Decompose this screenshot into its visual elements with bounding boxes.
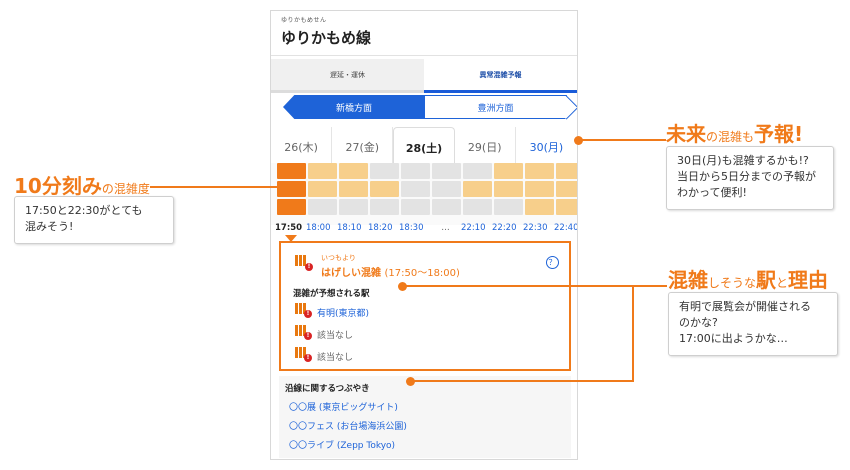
help-icon[interactable]: ？: [546, 256, 559, 269]
day-selector: 26(木) 27(金) 28(土) 29(日) 30(月): [271, 127, 577, 167]
congestion-cell[interactable]: [463, 163, 492, 179]
congestion-detail-card: ! いつもより はげしい混雑 (17:50〜18:00) ？ 混雑が予想される駅…: [279, 241, 571, 371]
tweets-heading: 沿線に関するつぶやき: [285, 384, 370, 394]
time-ellipsis: …: [441, 223, 450, 233]
time-label[interactable]: 17:50: [275, 223, 306, 233]
callout-future-line: [580, 139, 666, 141]
callout-tweet-line: [412, 380, 634, 382]
congestion-cell[interactable]: [401, 199, 430, 215]
callout-text: わかって便利!: [677, 186, 747, 199]
congestion-cell[interactable]: [401, 163, 430, 179]
callout-text: 30日(月)も混雑するかも!?: [677, 154, 809, 167]
tweet-link[interactable]: 〇〇展 (東京ビッグサイト): [289, 400, 398, 413]
congestion-cell[interactable]: [370, 181, 399, 197]
station-link[interactable]: 有明(東京都): [317, 306, 369, 319]
line-title: ゆりかもめ線: [281, 29, 372, 47]
congestion-cell[interactable]: [339, 181, 368, 197]
direction-shimbashi-button[interactable]: 新橋方面: [283, 95, 425, 119]
congestion-cell[interactable]: [432, 199, 461, 215]
callout-text: 当日から5日分までの予報が: [677, 170, 816, 183]
callout-text: 有明で展覧会が開催される: [679, 300, 811, 313]
direction-toggle: 新橋方面 豊洲方面: [283, 95, 577, 120]
congestion-cell[interactable]: [556, 163, 577, 179]
congestion-cell[interactable]: [308, 199, 337, 215]
congestion-cell[interactable]: [308, 181, 337, 197]
congestion-cell[interactable]: [494, 199, 523, 215]
detail-compare-label: いつもより: [321, 254, 356, 262]
callout-future-heading: 未来の混雑も予報!: [666, 122, 804, 146]
tab-delay[interactable]: 遅延・運休: [271, 59, 424, 93]
callout-text: のかな?: [679, 316, 718, 329]
congestion-cell[interactable]: [525, 199, 554, 215]
congestion-cell[interactable]: [277, 181, 306, 197]
callout-left-heading: 10分刻みの混雑度: [14, 174, 150, 198]
tweet-link[interactable]: 〇〇ライブ (Zepp Tokyo): [289, 438, 395, 451]
detail-level-text: はげしい混雑 (17:50〜18:00): [321, 268, 460, 279]
congestion-cell[interactable]: [370, 199, 399, 215]
congestion-cell[interactable]: [432, 181, 461, 197]
day-tab[interactable]: 27(金): [332, 127, 394, 167]
phone-screen: ゆりかもめせん ゆりかもめ線 遅延・運休 異常混雑予報 新橋方面 豊洲方面 26…: [270, 10, 578, 460]
tab-bar: 遅延・運休 異常混雑予報: [271, 59, 577, 93]
tab-congestion-forecast[interactable]: 異常混雑予報: [424, 59, 577, 93]
congestion-grid-area: [271, 163, 577, 225]
congestion-cell[interactable]: [556, 199, 577, 215]
callout-text: 17:50と22:30がとても: [25, 204, 143, 217]
arrow-right-icon: [554, 95, 577, 120]
line-ruby: ゆりかもめせん: [281, 17, 327, 24]
congestion-cell[interactable]: [556, 181, 577, 197]
station-none: 該当なし: [317, 331, 354, 341]
callout-station-heading: 混雑しそうな駅と理由: [668, 268, 829, 292]
day-tab[interactable]: 29(日): [455, 127, 516, 167]
direction-toyosu-button[interactable]: 豊洲方面: [425, 95, 577, 120]
detail-period: (17:50〜18:00): [384, 268, 460, 279]
congestion-cell[interactable]: [463, 181, 492, 197]
congestion-grid: [277, 163, 577, 215]
callout-left-line: [150, 186, 282, 188]
congestion-cell[interactable]: [525, 181, 554, 197]
direction-toyosu-label: 豊洲方面: [477, 103, 514, 114]
congestion-cell[interactable]: [277, 199, 306, 215]
congestion-cell[interactable]: [525, 163, 554, 179]
callout-station-line: [405, 285, 667, 287]
alert-icon: !: [305, 263, 313, 271]
callout-text: 17:00に出ようかな…: [679, 332, 788, 345]
congestion-cell[interactable]: [339, 199, 368, 215]
alert-icon: !: [304, 354, 312, 362]
callout-future-box: 30日(月)も混雑するかも!? 当日から5日分までの予報が わかって便利!: [666, 146, 834, 210]
station-heading: 混雑が予想される駅: [293, 289, 370, 299]
congestion-cell[interactable]: [308, 163, 337, 179]
callout-left-box: 17:50と22:30がとても 混みそう!: [14, 196, 174, 244]
congestion-cell[interactable]: [494, 181, 523, 197]
day-tab[interactable]: 26(木): [271, 127, 333, 167]
time-label[interactable]: 18:30: [399, 223, 430, 233]
callout-text: 混みそう!: [25, 220, 74, 233]
alert-icon: !: [304, 310, 312, 318]
congestion-cell[interactable]: [401, 181, 430, 197]
tweets-section: 沿線に関するつぶやき 〇〇展 (東京ビッグサイト) 〇〇フェス (お台場海浜公園…: [279, 376, 571, 458]
alert-icon: !: [304, 332, 312, 340]
tweet-link[interactable]: 〇〇フェス (お台場海浜公園): [289, 419, 407, 432]
time-label[interactable]: 18:20: [368, 223, 399, 233]
day-tab-selected[interactable]: 28(土): [393, 127, 455, 167]
line-header: ゆりかもめせん ゆりかもめ線: [271, 11, 577, 56]
time-label[interactable]: 18:10: [337, 223, 368, 233]
time-label[interactable]: 22:40: [554, 223, 577, 233]
congestion-cell[interactable]: [463, 199, 492, 215]
congestion-cell[interactable]: [339, 163, 368, 179]
congestion-cell[interactable]: [370, 163, 399, 179]
time-label[interactable]: 22:30: [523, 223, 554, 233]
station-none: 該当なし: [317, 353, 354, 363]
time-label[interactable]: 18:00: [306, 223, 337, 233]
congestion-cell[interactable]: [277, 163, 306, 179]
time-labels: 17:50 18:00 18:10 18:20 18:30 … 22:10 22:20 22:3…: [275, 223, 577, 233]
callout-station-box: 有明で展覧会が開催される のかな? 17:00に出ようかな…: [668, 292, 838, 356]
congestion-cell[interactable]: [432, 163, 461, 179]
congestion-level-icon: [295, 255, 306, 266]
day-tab[interactable]: 30(月): [516, 127, 577, 167]
callout-connector-line: [632, 285, 634, 382]
time-label[interactable]: 22:10: [461, 223, 492, 233]
time-label[interactable]: 22:20: [492, 223, 523, 233]
congestion-cell[interactable]: [494, 163, 523, 179]
